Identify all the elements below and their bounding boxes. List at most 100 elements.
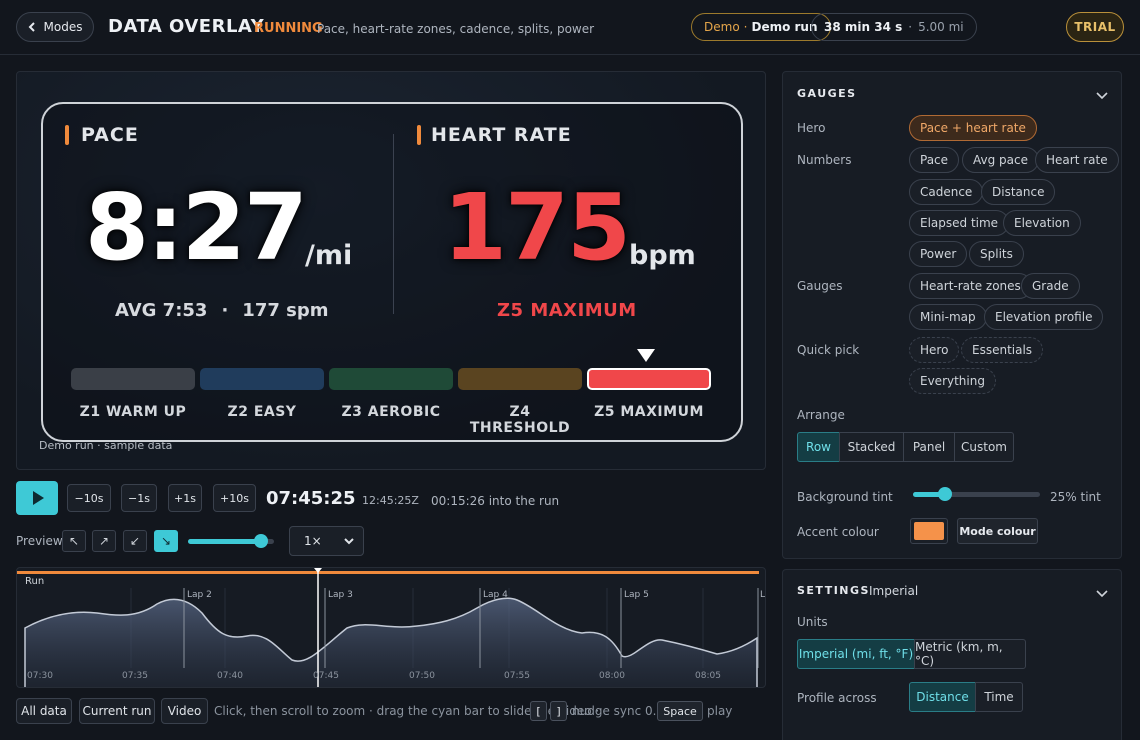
demo-value: Demo run xyxy=(751,20,818,34)
elapsed-into-run: 00:15:26 into the run xyxy=(431,494,560,508)
zone-label: Z5 MAXIMUM xyxy=(594,404,704,420)
avg-pace: AVG 7:53 xyxy=(115,300,208,321)
profile-distance[interactable]: Distance xyxy=(909,682,976,712)
pace-value: 8:27 xyxy=(85,174,308,281)
overlay-card[interactable]: PACE 8:27 /mi AVG 7:53 · 177 spm HEART R… xyxy=(41,102,743,442)
zone-bar xyxy=(71,368,195,390)
zone-bar xyxy=(458,368,582,390)
chip-mini-map[interactable]: Mini-map xyxy=(909,304,987,330)
background-tint-handle[interactable] xyxy=(937,487,952,501)
chip-power[interactable]: Power xyxy=(909,241,968,267)
timeline-graph[interactable] xyxy=(17,568,766,688)
quick-pick-hero[interactable]: Hero xyxy=(909,337,960,363)
corner-bottom-left-button[interactable]: ↙ xyxy=(123,530,147,552)
playback-speed-select[interactable]: 1× xyxy=(289,526,364,556)
corner-bottom-right-button[interactable]: ↘ xyxy=(154,530,178,552)
settings-panel: SETTINGS Imperial Units Imperial (mi, ft… xyxy=(782,569,1122,740)
time-tick: 07:30 xyxy=(27,671,53,681)
chip-elevation-profile[interactable]: Elevation profile xyxy=(984,304,1104,330)
chevron-down-icon[interactable] xyxy=(1095,88,1109,102)
mode-name: RUNNING xyxy=(254,21,323,36)
lap-label: L xyxy=(760,590,766,600)
gauges-panel: GAUGES Hero Pace + heart rate Numbers Pa… xyxy=(782,71,1122,559)
duration-value: 38 min 34 s xyxy=(824,20,903,34)
corner-top-left-button[interactable]: ↖ xyxy=(62,530,86,552)
pace-accent-bar xyxy=(65,125,69,145)
quick-pick-everything[interactable]: Everything xyxy=(909,368,996,394)
pace-secondary: AVG 7:53 · 177 spm xyxy=(115,300,329,321)
skip-forward-1s-button[interactable]: +1s xyxy=(168,484,202,512)
chip-splits[interactable]: Splits xyxy=(969,241,1024,267)
time-tick: 07:45 xyxy=(313,671,339,681)
speed-value: 1× xyxy=(304,534,322,548)
trial-badge[interactable]: TRIAL xyxy=(1066,12,1124,42)
play-button[interactable] xyxy=(16,481,58,515)
lap-label: Lap 5 xyxy=(624,590,649,600)
zone-bar xyxy=(587,368,711,390)
pace-unit: /mi xyxy=(305,240,353,271)
preview-size-slider[interactable] xyxy=(188,534,274,548)
chip-avg-pace[interactable]: Avg pace xyxy=(962,147,1039,173)
chip-cadence[interactable]: Cadence xyxy=(909,179,984,205)
zone-label: Z3 AEROBIC xyxy=(341,404,441,420)
chip-pace-heart-rate[interactable]: Pace + heart rate xyxy=(909,115,1037,141)
arrange-panel[interactable]: Panel xyxy=(903,432,955,462)
key-space: Space xyxy=(657,701,703,721)
arrange-custom[interactable]: Custom xyxy=(954,432,1014,462)
quick-pick-essentials[interactable]: Essentials xyxy=(961,337,1044,363)
demo-pill[interactable]: Demo · Demo run xyxy=(691,13,831,41)
chip-elevation[interactable]: Elevation xyxy=(1003,210,1081,236)
current-run-button[interactable]: Current run xyxy=(79,698,155,724)
corner-top-right-button[interactable]: ↗ xyxy=(92,530,116,552)
pace-label: PACE xyxy=(81,124,139,146)
hr-accent-bar xyxy=(417,125,421,145)
chip-heart-rate[interactable]: Heart rate xyxy=(1035,147,1119,173)
chip-pace[interactable]: Pace xyxy=(909,147,960,173)
units-imperial[interactable]: Imperial (mi, ft, °F) xyxy=(797,639,915,669)
modes-label: Modes xyxy=(43,20,83,34)
current-zone: Z5 MAXIMUM xyxy=(497,300,637,321)
timeline[interactable]: Run Lap 2 Lap 3 Lap 4 Lap 5 L 07:30 07:3… xyxy=(16,567,766,688)
skip-forward-10s-button[interactable]: +10s xyxy=(213,484,256,512)
video-button[interactable]: Video xyxy=(161,698,208,724)
chip-elapsed-time[interactable]: Elapsed time xyxy=(909,210,1010,236)
chip-distance[interactable]: Distance xyxy=(981,179,1056,205)
settings-subtitle: Imperial xyxy=(869,584,919,598)
utc-time: 12:45:25Z xyxy=(362,494,419,507)
chip-heart-rate-zones[interactable]: Heart-rate zones xyxy=(909,273,1032,299)
heart-rate-unit: bpm xyxy=(629,240,696,271)
play-hint: play xyxy=(707,704,733,718)
time-tick: 07:40 xyxy=(217,671,243,681)
arrange-row[interactable]: Row xyxy=(797,432,840,462)
distance-value: 5.00 mi xyxy=(918,20,964,34)
arrange-stacked[interactable]: Stacked xyxy=(839,432,904,462)
mode-colour-button[interactable]: Mode colour xyxy=(957,518,1038,544)
skip-back-10s-button[interactable]: −10s xyxy=(67,484,111,512)
profile-across-label: Profile across xyxy=(797,691,877,705)
preview-size-handle[interactable] xyxy=(254,534,269,548)
accent-colour-label: Accent colour xyxy=(797,525,879,539)
units-metric[interactable]: Metric (km, m, °C) xyxy=(914,639,1026,669)
units-label: Units xyxy=(797,615,828,629)
profile-time[interactable]: Time xyxy=(975,682,1023,712)
skip-back-1s-button[interactable]: −1s xyxy=(121,484,157,512)
background-tint-slider[interactable] xyxy=(913,487,1040,501)
chevron-down-icon[interactable] xyxy=(1095,586,1109,600)
time-tick: 07:35 xyxy=(122,671,148,681)
chip-grade[interactable]: Grade xyxy=(1021,273,1080,299)
modes-button[interactable]: Modes xyxy=(16,12,94,42)
lap-label: Lap 4 xyxy=(483,590,508,600)
run-range-bar[interactable] xyxy=(17,571,759,574)
avg-separator: · xyxy=(221,300,229,321)
duration-pill: 38 min 34 s · 5.00 mi xyxy=(811,13,977,41)
background-tint-label: Background tint xyxy=(797,490,893,504)
time-tick: 07:50 xyxy=(409,671,435,681)
numbers-row-label: Numbers xyxy=(797,153,852,167)
cadence-value: 177 spm xyxy=(242,300,329,321)
video-preview[interactable]: PACE 8:27 /mi AVG 7:53 · 177 spm HEART R… xyxy=(16,71,766,470)
chevron-down-icon xyxy=(344,538,354,545)
heart-rate-label: HEART RATE xyxy=(431,124,572,146)
all-data-button[interactable]: All data xyxy=(16,698,72,724)
accent-colour-picker[interactable] xyxy=(910,518,948,544)
gauges-row-label: Gauges xyxy=(797,279,843,293)
